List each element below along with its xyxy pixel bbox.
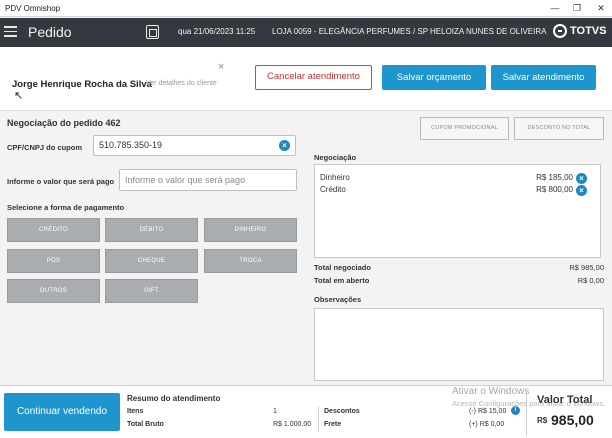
- remove-payment-icon[interactable]: ×: [576, 185, 587, 196]
- payment-name: Crédito: [320, 185, 346, 194]
- negotiation-panel-title: Negociação: [314, 153, 357, 162]
- observations-textarea[interactable]: [314, 308, 604, 381]
- payment-name: Dinheiro: [320, 173, 350, 182]
- freight-label: Frete: [324, 421, 342, 428]
- window-title: PDV Omnishop: [5, 4, 61, 13]
- items-label: Itens: [127, 408, 144, 415]
- windows-activation-title: Ativar o Windows: [452, 386, 530, 397]
- total-negotiated-row: Total negociado R$ 985,00: [314, 263, 604, 272]
- main-content: Negociação do pedido 462 CUPOM PROMOCION…: [0, 111, 612, 384]
- datetime-text: qua 21/06/2023 11:25: [178, 27, 256, 36]
- amount-input[interactable]: Informe o valor que será pago: [119, 169, 297, 191]
- total-negotiated-label: Total negociado: [314, 263, 371, 272]
- customer-header: × Jorge Henrique Rocha da Silva Ver deta…: [0, 47, 612, 111]
- cpf-value: 510.785.350-19: [99, 140, 163, 150]
- totvs-logo: TOTVS: [570, 25, 607, 37]
- pay-check-button[interactable]: CHEQUE: [105, 249, 198, 273]
- discounts-label: Descontos: [324, 408, 360, 415]
- customer-details-link[interactable]: Ver detalhes do cliente: [146, 80, 217, 87]
- total-discount-button[interactable]: DESCONTO NO TOTAL: [514, 117, 604, 140]
- close-icon[interactable]: ✕: [594, 2, 608, 14]
- amount-label: Informe o valor que será pago: [7, 177, 115, 186]
- promo-coupon-button[interactable]: CUPOM PROMOCIONAL: [420, 117, 509, 140]
- total-currency: R$: [537, 416, 548, 425]
- total-value-label: Valor Total: [537, 394, 593, 406]
- negotiation-title: Negociação do pedido 462: [7, 118, 121, 128]
- app-header: Pedido qua 21/06/2023 11:25 LOJA 0059 - …: [0, 18, 612, 47]
- pay-cash-button[interactable]: DINHEIRO: [204, 218, 297, 242]
- qr-code-icon[interactable]: [146, 25, 159, 39]
- list-item: Crédito R$ 800,00 ×: [320, 185, 595, 196]
- page-title: Pedido: [28, 24, 72, 40]
- footer-summary: Continuar vendendo Resumo do atendimento…: [0, 385, 612, 438]
- pay-other-button[interactable]: OUTROS: [7, 279, 100, 303]
- minimize-icon[interactable]: —: [548, 2, 562, 14]
- store-text: LOJA 0059 - ELEGÂNCIA PERFUMES / SP: [272, 27, 429, 36]
- discounts-value: (-) R$ 15,00: [469, 408, 507, 415]
- total-open-value: R$ 0,00: [577, 276, 604, 285]
- remove-customer-icon[interactable]: ×: [218, 61, 224, 73]
- continue-selling-button[interactable]: Continuar vendendo: [4, 393, 120, 431]
- summary-title: Resumo do atendimento: [127, 394, 221, 403]
- payment-amount: R$ 185,00: [536, 173, 573, 182]
- list-item: Dinheiro R$ 185,00 ×: [320, 173, 595, 184]
- pay-debit-button[interactable]: DÉBITO: [105, 218, 198, 242]
- remove-payment-icon[interactable]: ×: [576, 173, 587, 184]
- totvs-logo-icon: [553, 24, 567, 38]
- divider: [318, 406, 319, 432]
- total-negotiated-value: R$ 985,00: [569, 263, 604, 272]
- pay-exchange-button[interactable]: TROCA: [204, 249, 297, 273]
- cpf-label: CPF/CNPJ do cupom: [7, 143, 83, 152]
- total-open-row: Total em aberto R$ 0,00: [314, 276, 604, 285]
- save-service-button[interactable]: Salvar atendimento: [491, 65, 596, 90]
- pay-pos-button[interactable]: POS: [7, 249, 100, 273]
- clear-cpf-icon[interactable]: ×: [279, 140, 290, 151]
- cancel-service-button[interactable]: Cancelar atendimento: [255, 65, 372, 90]
- items-value: 1: [273, 408, 277, 415]
- payment-method-label: Selecione a forma de pagamento: [7, 203, 125, 212]
- save-quote-button[interactable]: Salvar orçamento: [382, 65, 486, 90]
- total-open-label: Total em aberto: [314, 276, 370, 285]
- gross-total-label: Total Bruto: [127, 421, 164, 428]
- customer-name: Jorge Henrique Rocha da Silva: [12, 79, 152, 90]
- window-titlebar: PDV Omnishop — ❐ ✕: [0, 0, 612, 17]
- total-value: 985,00: [551, 412, 594, 428]
- mouse-cursor-icon: ↖: [14, 90, 24, 102]
- divider: [526, 390, 527, 436]
- hamburger-menu-icon[interactable]: [4, 26, 17, 38]
- pay-credit-button[interactable]: CRÉDITO: [7, 218, 100, 242]
- gross-total-value: R$ 1.000,00: [273, 421, 312, 428]
- maximize-icon[interactable]: ❐: [570, 2, 584, 14]
- payment-amount: R$ 800,00: [536, 185, 573, 194]
- user-text: HELOIZA NUNES DE OLIVEIRA: [430, 27, 547, 36]
- freight-value: (+) R$ 0,00: [469, 421, 505, 428]
- pay-gift-button[interactable]: GIFT: [105, 279, 198, 303]
- negotiation-list: Dinheiro R$ 185,00 × Crédito R$ 800,00 ×: [314, 164, 601, 258]
- observations-label: Observações: [314, 295, 362, 304]
- cpf-input[interactable]: 510.785.350-19 ×: [93, 135, 296, 156]
